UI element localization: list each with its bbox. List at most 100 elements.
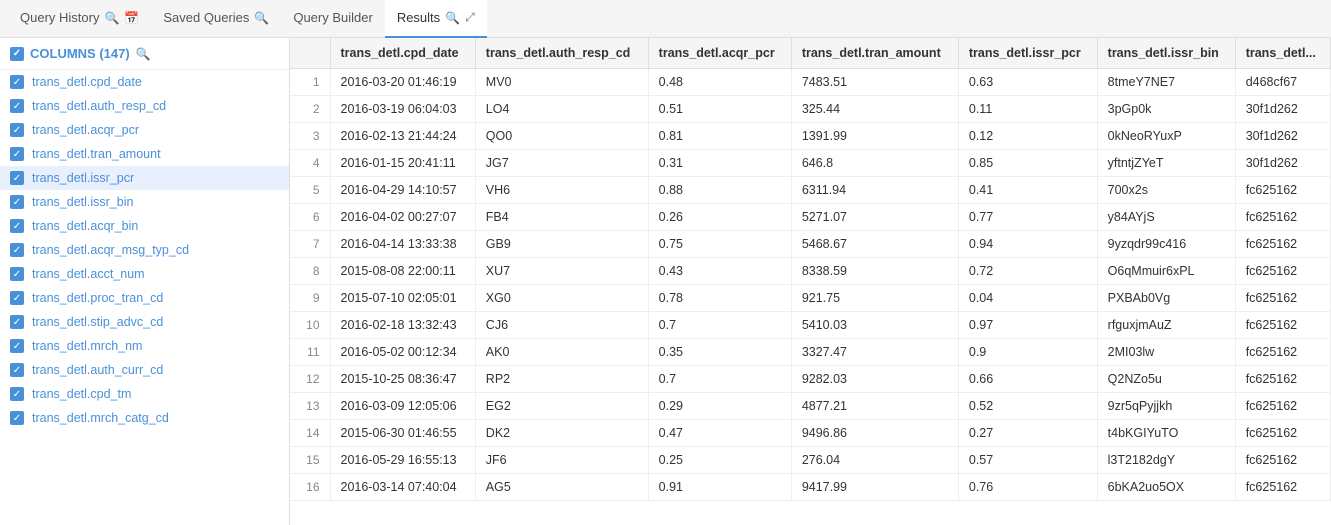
row-index: 13 (290, 393, 330, 420)
col-header-cpd-date[interactable]: trans_detl.cpd_date (330, 38, 475, 69)
col-item-label: trans_detl.acqr_bin (32, 219, 138, 233)
cell-value: 921.75 (791, 285, 958, 312)
cell-value: rfguxjmAuZ (1097, 312, 1235, 339)
cell-value: fc625162 (1235, 204, 1330, 231)
cell-value: 8338.59 (791, 258, 958, 285)
cell-value: 2016-03-09 12:05:06 (330, 393, 475, 420)
col-item-label: trans_detl.mrch_catg_cd (32, 411, 169, 425)
cell-value: l3T2182dgY (1097, 447, 1235, 474)
row-index: 7 (290, 231, 330, 258)
cell-value: 0.47 (648, 420, 791, 447)
cell-value: 30f1d262 (1235, 150, 1330, 177)
cell-value: 700x2s (1097, 177, 1235, 204)
cell-value: t4bKGIYuTO (1097, 420, 1235, 447)
table-row: 72016-04-14 13:33:38GB90.755468.670.949y… (290, 231, 1331, 258)
sidebar-col-item[interactable]: trans_detl.auth_curr_cd (0, 358, 289, 382)
cell-value: XU7 (475, 258, 648, 285)
table-row: 52016-04-29 14:10:57VH60.886311.940.4170… (290, 177, 1331, 204)
col-header-acqr-pcr[interactable]: trans_detl.acqr_pcr (648, 38, 791, 69)
cell-value: 7483.51 (791, 69, 958, 96)
col-item-label: trans_detl.stip_advc_cd (32, 315, 163, 329)
cell-value: 0.7 (648, 312, 791, 339)
col-header-extra[interactable]: trans_detl... (1235, 38, 1330, 69)
sidebar-col-item[interactable]: trans_detl.acqr_pcr (0, 118, 289, 142)
cell-value: 2016-04-14 13:33:38 (330, 231, 475, 258)
results-table: trans_detl.cpd_date trans_detl.auth_resp… (290, 38, 1331, 501)
columns-checkbox[interactable]: ✓ (10, 47, 24, 61)
table-row: 22016-03-19 06:04:03LO40.51325.440.113pG… (290, 96, 1331, 123)
columns-search-icon[interactable]: 🔍 (136, 47, 151, 61)
table-row: 162016-03-14 07:40:04AG50.919417.990.766… (290, 474, 1331, 501)
sidebar-col-item[interactable]: trans_detl.mrch_catg_cd (0, 406, 289, 430)
cell-value: 2016-01-15 20:41:11 (330, 150, 475, 177)
col-header-tran-amount[interactable]: trans_detl.tran_amount (791, 38, 958, 69)
cell-value: fc625162 (1235, 258, 1330, 285)
cell-value: 2MI03lw (1097, 339, 1235, 366)
table-row: 42016-01-15 20:41:11JG70.31646.80.85yftn… (290, 150, 1331, 177)
cell-value: 276.04 (791, 447, 958, 474)
col-header-issr-pcr[interactable]: trans_detl.issr_pcr (958, 38, 1097, 69)
sidebar-col-item[interactable]: trans_detl.auth_resp_cd (0, 94, 289, 118)
col-item-label: trans_detl.cpd_date (32, 75, 142, 89)
sidebar-col-item[interactable]: trans_detl.cpd_date (0, 70, 289, 94)
sidebar-col-item[interactable]: trans_detl.acqr_bin (0, 214, 289, 238)
col-header-auth-resp-cd[interactable]: trans_detl.auth_resp_cd (475, 38, 648, 69)
nav-query-builder-label: Query Builder (293, 10, 372, 25)
table-row: 152016-05-29 16:55:13JF60.25276.040.57l3… (290, 447, 1331, 474)
col-item-label: trans_detl.cpd_tm (32, 387, 131, 401)
col-item-label: trans_detl.issr_bin (32, 195, 133, 209)
col-item-label: trans_detl.acqr_pcr (32, 123, 139, 137)
cell-value: JG7 (475, 150, 648, 177)
results-panel[interactable]: trans_detl.cpd_date trans_detl.auth_resp… (290, 38, 1331, 525)
row-index: 11 (290, 339, 330, 366)
cell-value: XG0 (475, 285, 648, 312)
sidebar-col-item[interactable]: trans_detl.tran_amount (0, 142, 289, 166)
cell-value: 9zr5qPyjjkh (1097, 393, 1235, 420)
sidebar-col-item[interactable]: trans_detl.issr_pcr (0, 166, 289, 190)
cell-value: 0.66 (958, 366, 1097, 393)
nav-saved-queries[interactable]: Saved Queries 🔍 (151, 0, 281, 38)
cell-value: fc625162 (1235, 231, 1330, 258)
columns-list: trans_detl.cpd_date trans_detl.auth_resp_… (0, 70, 289, 430)
sidebar-col-item[interactable]: trans_detl.acqr_msg_typ_cd (0, 238, 289, 262)
sidebar-col-item[interactable]: trans_detl.mrch_nm (0, 334, 289, 358)
cell-value: 0.25 (648, 447, 791, 474)
table-row: 12016-03-20 01:46:19MV00.487483.510.638t… (290, 69, 1331, 96)
sidebar-col-item[interactable]: trans_detl.proc_tran_cd (0, 286, 289, 310)
cell-value: 3327.47 (791, 339, 958, 366)
cell-value: EG2 (475, 393, 648, 420)
nav-query-history[interactable]: Query History 🔍 📅 (8, 0, 151, 38)
nav-query-builder[interactable]: Query Builder (281, 0, 384, 38)
cell-value: 0.94 (958, 231, 1097, 258)
cell-value: MV0 (475, 69, 648, 96)
sidebar-col-item[interactable]: trans_detl.stip_advc_cd (0, 310, 289, 334)
cell-value: 0.11 (958, 96, 1097, 123)
cell-value: 0.04 (958, 285, 1097, 312)
cell-value: fc625162 (1235, 420, 1330, 447)
cell-value: 2016-03-14 07:40:04 (330, 474, 475, 501)
cell-value: RP2 (475, 366, 648, 393)
cell-value: 0.26 (648, 204, 791, 231)
cell-value: 4877.21 (791, 393, 958, 420)
search-icon-3: 🔍 (445, 11, 460, 25)
search-icon: 🔍 (104, 11, 119, 25)
cell-value: AK0 (475, 339, 648, 366)
table-row: 112016-05-02 00:12:34AK00.353327.470.92M… (290, 339, 1331, 366)
row-index: 14 (290, 420, 330, 447)
sidebar-col-item[interactable]: trans_detl.issr_bin (0, 190, 289, 214)
cell-value: fc625162 (1235, 177, 1330, 204)
table-header-row: trans_detl.cpd_date trans_detl.auth_resp… (290, 38, 1331, 69)
cell-value: 0.77 (958, 204, 1097, 231)
cell-value: VH6 (475, 177, 648, 204)
col-header-issr-bin[interactable]: trans_detl.issr_bin (1097, 38, 1235, 69)
cell-value: 6311.94 (791, 177, 958, 204)
sidebar-col-item[interactable]: trans_detl.cpd_tm (0, 382, 289, 406)
calendar-icon: 📅 (124, 11, 139, 25)
cell-value: AG5 (475, 474, 648, 501)
nav-results[interactable]: Results 🔍 ⤢ (385, 0, 487, 38)
cell-value: fc625162 (1235, 312, 1330, 339)
main-layout: ✓ COLUMNS (147) 🔍 trans_detl.cpd_datetra… (0, 38, 1331, 525)
cell-value: fc625162 (1235, 366, 1330, 393)
sidebar-col-item[interactable]: trans_detl.acct_num (0, 262, 289, 286)
nav-query-history-label: Query History (20, 10, 99, 25)
